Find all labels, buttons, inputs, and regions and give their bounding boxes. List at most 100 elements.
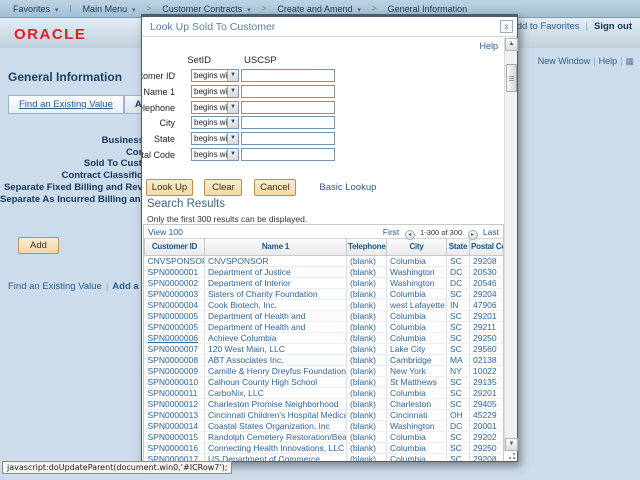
operator-select-name-1[interactable]: begins with▼ bbox=[191, 85, 239, 98]
operator-select-postal-code[interactable]: begins with▼ bbox=[191, 148, 239, 161]
customer-id-link[interactable]: SPN0000008 bbox=[145, 354, 205, 365]
cell: 20001 bbox=[470, 420, 505, 431]
cell: SC bbox=[447, 398, 470, 409]
table-row[interactable]: SPN0000014Coastal States Organization, I… bbox=[145, 420, 505, 431]
table-row[interactable]: SPN0000008ABT Associates Inc.(blank)Camb… bbox=[145, 354, 505, 365]
criteria-input-postal-code[interactable] bbox=[241, 148, 335, 161]
criteria-input-city[interactable] bbox=[241, 116, 335, 129]
table-row[interactable]: SPN0000010Calhoun County High School(bla… bbox=[145, 376, 505, 387]
customer-id-link[interactable]: SPN0000005 bbox=[145, 310, 205, 321]
table-row[interactable]: SPN0000005Department of Health and(blank… bbox=[145, 321, 505, 332]
cell: US Department of Commerce bbox=[205, 453, 347, 461]
operator-select-state[interactable]: begins with▼ bbox=[191, 132, 239, 145]
cell: Cook Biotech, Inc. bbox=[205, 299, 347, 310]
personalize-page-icon[interactable]: ▦ bbox=[625, 56, 634, 67]
table-row[interactable]: SPN0000011CarboNix, LLC(blank)ColumbiaSC… bbox=[145, 387, 505, 398]
cell: Washington bbox=[387, 277, 447, 288]
operator-select-telephone[interactable]: begins with▼ bbox=[191, 101, 239, 114]
cell: 29211 bbox=[470, 321, 505, 332]
customer-id-link[interactable]: SPN0000003 bbox=[145, 288, 205, 299]
cell: Columbia bbox=[387, 453, 447, 461]
breadcrumb-item-general-information[interactable]: General Information bbox=[381, 4, 475, 14]
look-up-button[interactable]: Look Up bbox=[146, 179, 193, 196]
operator-select-city[interactable]: begins with▼ bbox=[191, 116, 239, 129]
breadcrumb-item-main-menu[interactable]: Main Menu ▾ bbox=[76, 4, 143, 14]
column-header-state[interactable]: State bbox=[447, 239, 470, 255]
breadcrumb-item-favorites[interactable]: Favorites ▾ bbox=[6, 4, 65, 14]
cell: (blank) bbox=[347, 321, 387, 332]
cancel-button[interactable]: Cancel bbox=[254, 179, 296, 196]
table-row[interactable]: SPN0000004Cook Biotech, Inc.(blank)west … bbox=[145, 299, 505, 310]
customer-id-link[interactable]: SPN0000009 bbox=[145, 365, 205, 376]
cell: west Lafayette bbox=[387, 299, 447, 310]
breadcrumb-item-create-and-amend[interactable]: Create and Amend ▾ bbox=[270, 4, 368, 14]
basic-lookup-link[interactable]: Basic Lookup bbox=[319, 182, 376, 193]
add-button[interactable]: Add bbox=[18, 237, 59, 254]
customer-id-link[interactable]: SPN0000014 bbox=[145, 420, 205, 431]
criteria-input-telephone[interactable] bbox=[241, 101, 335, 114]
modal-titlebar[interactable]: Look Up Sold To Customer x bbox=[142, 17, 517, 37]
cell: Cambridge bbox=[387, 354, 447, 365]
customer-id-link[interactable]: SPN0000004 bbox=[145, 299, 205, 310]
table-row[interactable]: SPN0000003Sisters of Charity Foundation(… bbox=[145, 288, 505, 299]
table-row[interactable]: SPN0000006Achieve Columbia(blank)Columbi… bbox=[145, 332, 505, 343]
customer-id-link[interactable]: SPN0000006 bbox=[145, 332, 205, 343]
sign-out-link[interactable]: Sign out bbox=[594, 21, 632, 32]
column-header-name-1[interactable]: Name 1 bbox=[205, 239, 347, 255]
column-header-customer-id[interactable]: Customer ID bbox=[145, 239, 205, 255]
criteria-input-customer-id[interactable] bbox=[241, 69, 335, 82]
new-window-link[interactable]: New Window bbox=[538, 56, 591, 66]
cell: Washington bbox=[387, 266, 447, 277]
table-row[interactable]: SPN0000009Camille & Henry Dreyfus Founda… bbox=[145, 365, 505, 376]
customer-id-link[interactable]: SPN0000007 bbox=[145, 343, 205, 354]
customer-id-link[interactable]: SPN0000015 bbox=[145, 431, 205, 442]
column-header-postal-code[interactable]: Postal Code bbox=[470, 239, 505, 255]
help-link[interactable]: Help bbox=[599, 56, 618, 66]
table-row[interactable]: SPN0000016Connecting Health Innovations,… bbox=[145, 442, 505, 453]
customer-id-link[interactable]: CNVSPONSOR bbox=[145, 255, 205, 266]
divider: | bbox=[102, 281, 112, 292]
add-to-favorites-link[interactable]: Add to Favorites bbox=[510, 21, 579, 32]
operator-select-customer-id[interactable]: begins with▼ bbox=[191, 69, 239, 82]
criteria-input-state[interactable] bbox=[241, 132, 335, 145]
cell: 29135 bbox=[470, 376, 505, 387]
utility-links: New Window|Help|▦ bbox=[538, 56, 634, 67]
table-row[interactable]: SPN0000007120 West Main, LLC(blank)Lake … bbox=[145, 343, 505, 354]
clear-button[interactable]: Clear bbox=[204, 179, 242, 196]
customer-id-link[interactable]: SPN0000017 bbox=[145, 453, 205, 461]
table-row[interactable]: SPN0000012Charleston Promise Neighborhoo… bbox=[145, 398, 505, 409]
customer-id-link[interactable]: SPN0000016 bbox=[145, 442, 205, 453]
criteria-input-name-1[interactable] bbox=[241, 85, 335, 98]
customer-id-link[interactable]: SPN0000013 bbox=[145, 409, 205, 420]
close-icon[interactable]: x bbox=[500, 20, 513, 33]
first-link[interactable]: First bbox=[383, 227, 400, 237]
table-row[interactable]: SPN0000013Cincinnati Children's Hospital… bbox=[145, 409, 505, 420]
last-link[interactable]: Last bbox=[483, 227, 499, 237]
next-page-icon[interactable]: ▸ bbox=[468, 230, 478, 240]
column-header-telephone[interactable]: Telephone bbox=[347, 239, 387, 255]
cell: Connecting Health Innovations, LLC bbox=[205, 442, 347, 453]
table-row[interactable]: SPN0000005Department of Health and(blank… bbox=[145, 310, 505, 321]
tab-find-an-existing-value[interactable]: Find an Existing Value bbox=[8, 95, 124, 114]
table-row[interactable]: CNVSPONSORCNVSPONSOR(blank)ColumbiaSC292… bbox=[145, 255, 505, 266]
table-row[interactable]: SPN0000002Department of Interior(blank)W… bbox=[145, 277, 505, 288]
scrollbar-thumb[interactable] bbox=[506, 64, 517, 92]
customer-id-link[interactable]: SPN0000001 bbox=[145, 266, 205, 277]
view-100-link[interactable]: View 100 bbox=[148, 227, 183, 237]
modal-help-link[interactable]: Help bbox=[479, 41, 498, 51]
table-row[interactable]: SPN0000017US Department of Commerce(blan… bbox=[145, 453, 505, 461]
previous-page-icon[interactable]: ◂ bbox=[405, 230, 415, 240]
customer-id-link[interactable]: SPN0000010 bbox=[145, 376, 205, 387]
customer-id-link[interactable]: SPN0000011 bbox=[145, 387, 205, 398]
table-row[interactable]: SPN0000015Randolph Cemetery Restoration/… bbox=[145, 431, 505, 442]
customer-id-link[interactable]: SPN0000012 bbox=[145, 398, 205, 409]
footer-link-find-an-existing-value[interactable]: Find an Existing Value bbox=[8, 281, 102, 292]
breadcrumb-item-customer-contracts[interactable]: Customer Contracts ▾ bbox=[155, 4, 258, 14]
resize-grip-icon[interactable] bbox=[506, 450, 516, 460]
table-row[interactable]: SPN0000001Department of Justice(blank)Wa… bbox=[145, 266, 505, 277]
modal-scrollbar[interactable]: ▲ ▼ bbox=[504, 38, 517, 451]
column-header-city[interactable]: City bbox=[387, 239, 447, 255]
customer-id-link[interactable]: SPN0000005 bbox=[145, 321, 205, 332]
scroll-up-icon[interactable]: ▲ bbox=[505, 38, 518, 51]
customer-id-link[interactable]: SPN0000002 bbox=[145, 277, 205, 288]
